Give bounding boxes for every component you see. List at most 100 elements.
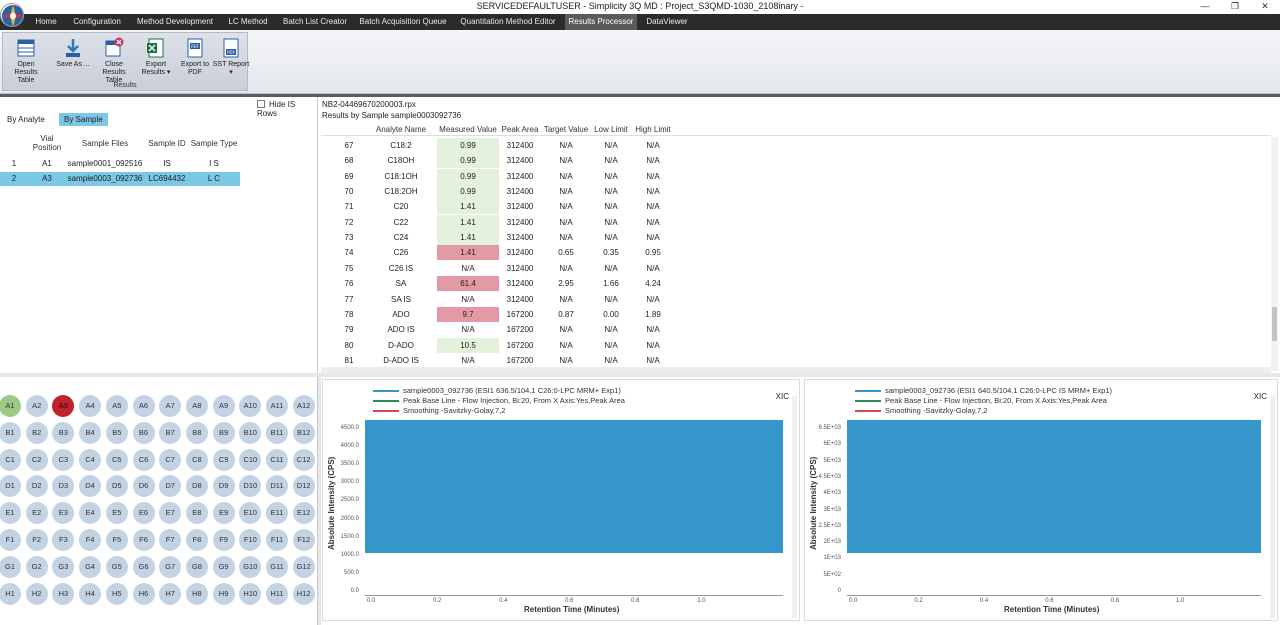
well-e3[interactable]: E3	[52, 502, 75, 525]
well-b7[interactable]: B7	[159, 421, 182, 444]
well-g4[interactable]: G4	[79, 555, 102, 578]
scrollbar-thumb[interactable]	[1272, 307, 1277, 341]
well-b12[interactable]: B12	[292, 421, 315, 444]
well-b3[interactable]: B3	[52, 421, 75, 444]
well-g7[interactable]: G7	[159, 555, 182, 578]
well-f5[interactable]: F5	[105, 529, 128, 551]
tab-dataviewer[interactable]: DataViewer	[642, 14, 692, 30]
well-b6[interactable]: B6	[132, 421, 155, 444]
well-f7[interactable]: F7	[159, 529, 182, 551]
well-d10[interactable]: D10	[239, 475, 262, 498]
tab-configuration[interactable]: Configuration	[66, 14, 128, 30]
well-g10[interactable]: G10	[239, 555, 262, 578]
well-e10[interactable]: E10	[239, 502, 262, 525]
tab-batch-list-creator[interactable]: Batch List Creator	[278, 14, 352, 30]
well-h3[interactable]: H3	[52, 582, 75, 605]
well-c6[interactable]: C6	[132, 448, 155, 471]
well-b1[interactable]: B1	[0, 421, 21, 444]
well-h12[interactable]: H12	[292, 582, 315, 605]
well-h4[interactable]: H4	[79, 582, 102, 605]
well-d6[interactable]: D6	[132, 475, 155, 498]
results-row[interactable]: 75 C26 IS N/A 312400 N/A N/A N/A	[321, 261, 1271, 276]
well-g5[interactable]: G5	[105, 555, 128, 578]
results-row[interactable]: 73 C24 1.41 312400 N/A N/A N/A	[321, 230, 1271, 246]
col-high-limit[interactable]: High Limit	[631, 125, 675, 134]
col-target-value[interactable]: Target Value	[541, 125, 591, 134]
well-c8[interactable]: C8	[185, 448, 208, 471]
well-c11[interactable]: C11	[266, 448, 288, 471]
well-g8[interactable]: G8	[185, 555, 208, 578]
well-d12[interactable]: D12	[292, 475, 315, 498]
well-h9[interactable]: H9	[212, 582, 235, 605]
checkbox-box[interactable]	[257, 100, 265, 108]
well-c5[interactable]: C5	[105, 448, 128, 471]
well-a4[interactable]: A4	[79, 395, 102, 417]
well-b8[interactable]: B8	[185, 421, 208, 444]
well-a9[interactable]: A9	[212, 395, 235, 417]
well-c9[interactable]: C9	[212, 448, 235, 471]
results-row[interactable]: 71 C20 1.41 312400 N/A N/A N/A	[321, 199, 1271, 215]
panel-splitter-vertical[interactable]	[318, 377, 321, 625]
well-e5[interactable]: E5	[105, 502, 128, 525]
well-c3[interactable]: C3	[52, 448, 75, 471]
well-d9[interactable]: D9	[212, 475, 235, 498]
well-f1[interactable]: F1	[0, 529, 21, 551]
well-d8[interactable]: D8	[185, 475, 208, 498]
well-h7[interactable]: H7	[159, 582, 182, 605]
well-f12[interactable]: F12	[292, 529, 315, 551]
results-row[interactable]: 70 C18:2OH 0.99 312400 N/A N/A N/A	[321, 184, 1271, 200]
well-d5[interactable]: D5	[105, 475, 128, 498]
well-e9[interactable]: E9	[212, 502, 235, 525]
results-row[interactable]: 77 SA IS N/A 312400 N/A N/A N/A	[321, 292, 1271, 307]
well-d7[interactable]: D7	[159, 475, 182, 498]
close-results-table-button[interactable]: Close Results Table	[94, 37, 134, 85]
well-d1[interactable]: D1	[0, 475, 21, 498]
results-row[interactable]: 79 ADO IS N/A 167200 N/A N/A N/A	[321, 322, 1271, 337]
app-logo-icon[interactable]	[0, 3, 24, 27]
close-button[interactable]: ✕	[1250, 0, 1280, 14]
results-row[interactable]: 69 C18:1OH 0.99 312400 N/A N/A N/A	[321, 168, 1271, 184]
well-b9[interactable]: B9	[212, 421, 235, 444]
well-h5[interactable]: H5	[105, 582, 128, 605]
xic-chart-internal-standard[interactable]: sample0003_092736 (ESI1 640.5/104.1 C26:…	[804, 379, 1278, 621]
well-b11[interactable]: B11	[266, 421, 288, 444]
well-d4[interactable]: D4	[79, 475, 102, 498]
results-row[interactable]: 78 ADO 9.7 167200 0.87 0.00 1.89	[321, 306, 1271, 322]
well-e12[interactable]: E12	[292, 502, 315, 525]
tab-method-development[interactable]: Method Development	[131, 14, 219, 30]
well-g9[interactable]: G9	[212, 555, 235, 578]
sst-report-button[interactable]: PDF SST Report ▾	[211, 37, 251, 77]
well-g11[interactable]: G11	[266, 555, 288, 578]
well-a1[interactable]: A1	[0, 395, 21, 417]
well-e6[interactable]: E6	[132, 502, 155, 525]
well-h6[interactable]: H6	[132, 582, 155, 605]
col-measured-value[interactable]: Measured Value	[437, 125, 499, 134]
well-a8[interactable]: A8	[185, 395, 208, 417]
well-g12[interactable]: G12	[292, 555, 315, 578]
hide-is-rows-checkbox[interactable]: Hide IS Rows	[257, 100, 317, 118]
well-b4[interactable]: B4	[79, 421, 102, 444]
well-h2[interactable]: H2	[25, 582, 48, 605]
results-row[interactable]: 67 C18:2 0.99 312400 N/A N/A N/A	[321, 138, 1271, 153]
well-h8[interactable]: H8	[185, 582, 208, 605]
well-a5[interactable]: A5	[105, 395, 128, 417]
well-c12[interactable]: C12	[292, 448, 315, 471]
xic-chart-analyte[interactable]: sample0003_092736 (ESI1 636.5/104.1 C26:…	[322, 379, 800, 621]
well-c2[interactable]: C2	[25, 448, 48, 471]
table-row[interactable]: 1 A1 sample0001_092516 IS I S	[0, 157, 240, 171]
well-f11[interactable]: F11	[266, 529, 288, 551]
tab-lc-method[interactable]: LC Method	[222, 14, 274, 30]
results-row[interactable]: 72 C22 1.41 312400 N/A N/A N/A	[321, 214, 1271, 230]
well-e2[interactable]: E2	[25, 502, 48, 525]
results-row[interactable]: 81 D-ADO IS N/A 167200 N/A N/A N/A	[321, 353, 1271, 368]
tab-by-sample[interactable]: By Sample	[59, 113, 108, 126]
well-a7[interactable]: A7	[159, 395, 182, 417]
well-c10[interactable]: C10	[239, 448, 262, 471]
well-f9[interactable]: F9	[212, 529, 235, 551]
save-as-button[interactable]: Save As ...	[53, 37, 93, 69]
export-results-button[interactable]: Export Results ▾	[136, 37, 176, 77]
well-a12[interactable]: A12	[292, 395, 315, 417]
well-e11[interactable]: E11	[266, 502, 288, 525]
tab-home[interactable]: Home	[31, 14, 61, 30]
restore-button[interactable]: ❐	[1220, 0, 1250, 14]
